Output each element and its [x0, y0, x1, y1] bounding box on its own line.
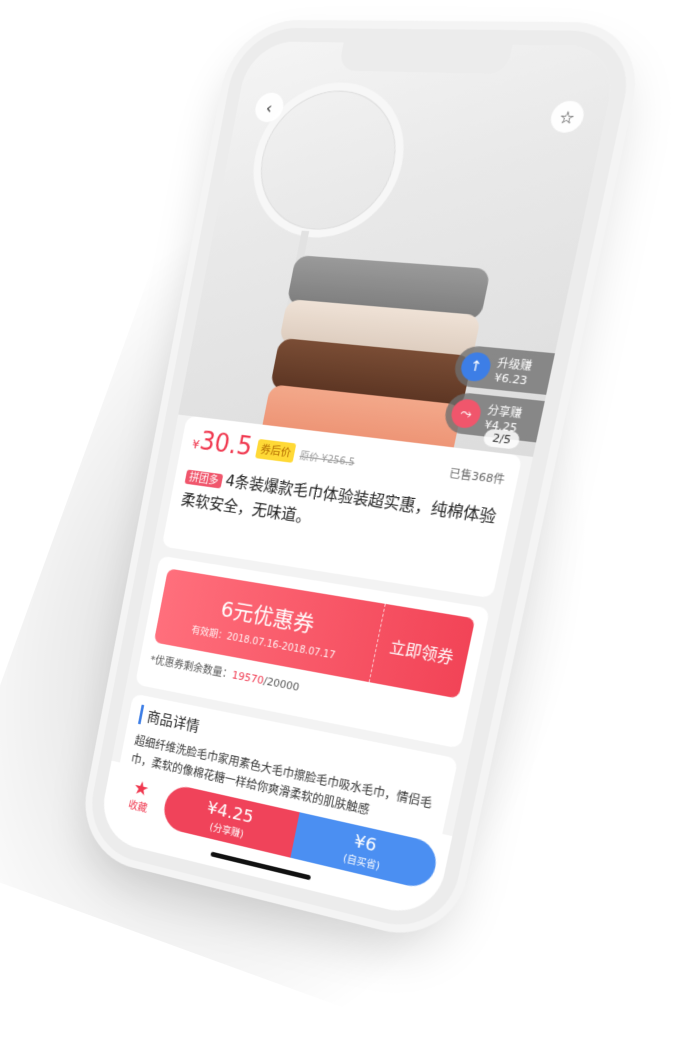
collect-label: 收藏	[127, 798, 149, 815]
star-filled-icon: ★	[131, 775, 152, 801]
phone-notch	[338, 42, 513, 75]
earn-value: ¥6.23	[493, 370, 529, 387]
share-icon: ⤳	[448, 397, 484, 430]
back-icon: ‹	[264, 98, 275, 117]
product-image[interactable]: ‹ ☆ ↑ 升级赚 ¥6.23 ⤳ 分享赚 ¥4.25 2/5	[178, 41, 621, 461]
image-pager: 2/5	[482, 428, 522, 450]
sold-count: 已售368件	[448, 466, 506, 487]
price: ¥30.5	[190, 427, 255, 463]
arrow-up-icon: ↑	[458, 351, 494, 383]
platform-tag: 拼团多	[184, 469, 224, 489]
collect-button[interactable]: ★ 收藏	[111, 772, 169, 820]
star-outline-icon: ☆	[557, 106, 578, 128]
original-price: 原价 ¥256.5	[298, 450, 356, 469]
favorite-button[interactable]: ☆	[547, 100, 587, 134]
claim-coupon-button[interactable]: 立即领券	[375, 631, 469, 670]
buy-label: (自买省)	[342, 853, 381, 873]
upgrade-earn-badge[interactable]: ↑ 升级赚 ¥6.23	[451, 344, 555, 395]
after-coupon-tag: 券后价	[255, 438, 297, 463]
